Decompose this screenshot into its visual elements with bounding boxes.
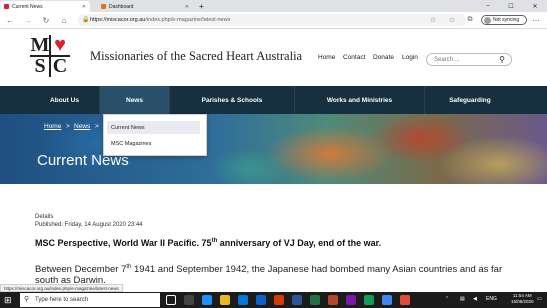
nav-news[interactable]: News xyxy=(100,86,170,114)
heart-icon: ♥ xyxy=(54,34,66,56)
site-favicon-icon xyxy=(4,4,9,9)
collections-icon[interactable]: ☆ xyxy=(446,14,458,26)
file-explorer-icon[interactable] xyxy=(220,295,230,305)
browser-tab-dashboard[interactable]: Dashboard ✕ xyxy=(97,1,193,12)
status-url-preview: https://miscacor.org.au/index.php/e-maga… xyxy=(0,284,123,292)
chrome-icon[interactable] xyxy=(382,295,392,305)
taskbar-search-input[interactable]: ⚲ Type here to search xyxy=(20,293,160,307)
taskbar-clock[interactable]: 11:54 AM 15/08/2020 xyxy=(511,293,534,305)
store-icon[interactable] xyxy=(238,295,248,305)
home-icon[interactable]: ⌂ xyxy=(58,14,70,26)
donate-link[interactable]: Donate xyxy=(373,54,394,61)
breadcrumb-home[interactable]: Home xyxy=(44,123,61,130)
windows-start-icon[interactable]: ⊞ xyxy=(4,295,14,305)
login-link[interactable]: Login xyxy=(402,54,418,61)
network-icon[interactable]: ▤ xyxy=(460,296,465,302)
search-icon[interactable]: ⚲ xyxy=(499,55,505,64)
article-body: Between December 7th 1941 and September … xyxy=(35,262,505,286)
home-link[interactable]: Home xyxy=(318,54,335,61)
clock-date: 15/08/2020 xyxy=(511,299,534,304)
article-published-date: Published: Friday, 14 August 2020 23:44 xyxy=(35,222,143,228)
new-tab-button[interactable]: + xyxy=(195,1,205,12)
edge-browser-icon[interactable] xyxy=(202,295,212,305)
logo-cross-horizontal xyxy=(30,55,70,57)
contact-link[interactable]: Contact xyxy=(343,54,365,61)
more-menu-icon[interactable]: ⋯ xyxy=(530,14,542,26)
site-title: Missionaries of the Sacred Heart Austral… xyxy=(90,49,303,63)
close-window-icon[interactable]: ✕ xyxy=(524,0,546,12)
site-search-input[interactable]: Search ... ⚲ xyxy=(426,53,512,66)
url-path: /index.php/e-magazine/latest-news xyxy=(145,17,231,23)
body-part: Between December 7 xyxy=(35,264,127,276)
dropdown-msc-magazines[interactable]: MSC Magazines xyxy=(107,137,200,150)
mail-icon[interactable] xyxy=(256,295,266,305)
dropdown-current-news[interactable]: Current News xyxy=(107,121,200,134)
tab-title: Dashboard xyxy=(109,3,134,10)
not-syncing-button[interactable]: Not syncing xyxy=(481,15,527,25)
lock-icon: 🔒 xyxy=(82,17,90,23)
logo-letter-s: S xyxy=(34,55,46,77)
excel-icon[interactable] xyxy=(310,295,320,305)
profile-avatar xyxy=(484,17,491,24)
logo-letter-m: M xyxy=(30,34,50,56)
refresh-icon[interactable]: ↻ xyxy=(40,14,52,26)
task-view-icon[interactable] xyxy=(166,295,176,305)
onenote-icon[interactable] xyxy=(346,295,356,305)
breadcrumb-news[interactable]: News xyxy=(74,123,90,130)
search-placeholder: Search ... xyxy=(434,56,460,63)
nav-safeguarding[interactable]: Safeguarding xyxy=(425,86,515,114)
app-icon[interactable] xyxy=(364,295,374,305)
close-tab-icon[interactable]: ✕ xyxy=(185,4,189,10)
url-host: https://miscacor.org.au xyxy=(90,17,146,23)
msc-logo[interactable]: M ♥ S C xyxy=(30,34,70,77)
search-icon: ⚲ xyxy=(24,296,30,303)
language-indicator[interactable]: ENG xyxy=(486,296,497,302)
heading-part: MSC Perspective, World War II Pacific. 7… xyxy=(35,238,212,248)
address-bar[interactable]: 🔒 https://miscacor.org.au/index.php/e-ma… xyxy=(78,14,466,26)
nav-parishes-schools[interactable]: Parishes & Schools xyxy=(170,86,295,114)
sync-label: Not syncing xyxy=(493,17,520,23)
favorite-star-icon[interactable]: ☆ xyxy=(427,14,439,26)
article-details-label: Details xyxy=(35,214,54,220)
forward-icon[interactable]: → xyxy=(22,14,34,26)
tab-title: Current News xyxy=(12,3,43,10)
nav-about-us[interactable]: About Us xyxy=(30,86,100,114)
tray-chevron-icon[interactable]: ⌃ xyxy=(445,296,449,302)
heading-part: anniversary of VJ Day, end of the war. xyxy=(217,238,382,248)
back-icon[interactable]: ← xyxy=(4,14,16,26)
app-icon[interactable] xyxy=(400,295,410,305)
app-icon[interactable] xyxy=(184,295,194,305)
article-heading: MSC Perspective, World War II Pacific. 7… xyxy=(35,238,381,248)
breadcrumb-separator: > xyxy=(66,123,70,130)
powerpoint-icon[interactable] xyxy=(328,295,338,305)
logo-letter-c: C xyxy=(52,55,68,77)
browser-tab-current-news[interactable]: Current News ✕ xyxy=(0,1,90,12)
notifications-icon[interactable]: ▭ xyxy=(537,296,542,302)
minimize-icon[interactable]: – xyxy=(477,0,499,12)
maximize-icon[interactable]: ☐ xyxy=(500,0,522,12)
extensions-icon[interactable]: ⧉ xyxy=(464,14,476,26)
word-icon[interactable] xyxy=(292,295,302,305)
office-icon[interactable] xyxy=(274,295,284,305)
volume-icon[interactable]: ◀ xyxy=(473,296,477,302)
breadcrumb-separator: > xyxy=(95,123,99,130)
nav-works-ministries[interactable]: Works and Ministries xyxy=(295,86,425,114)
close-tab-icon[interactable]: ✕ xyxy=(82,4,86,10)
dashboard-favicon-icon xyxy=(101,4,106,9)
taskbar-search-placeholder: Type here to search xyxy=(35,297,89,303)
